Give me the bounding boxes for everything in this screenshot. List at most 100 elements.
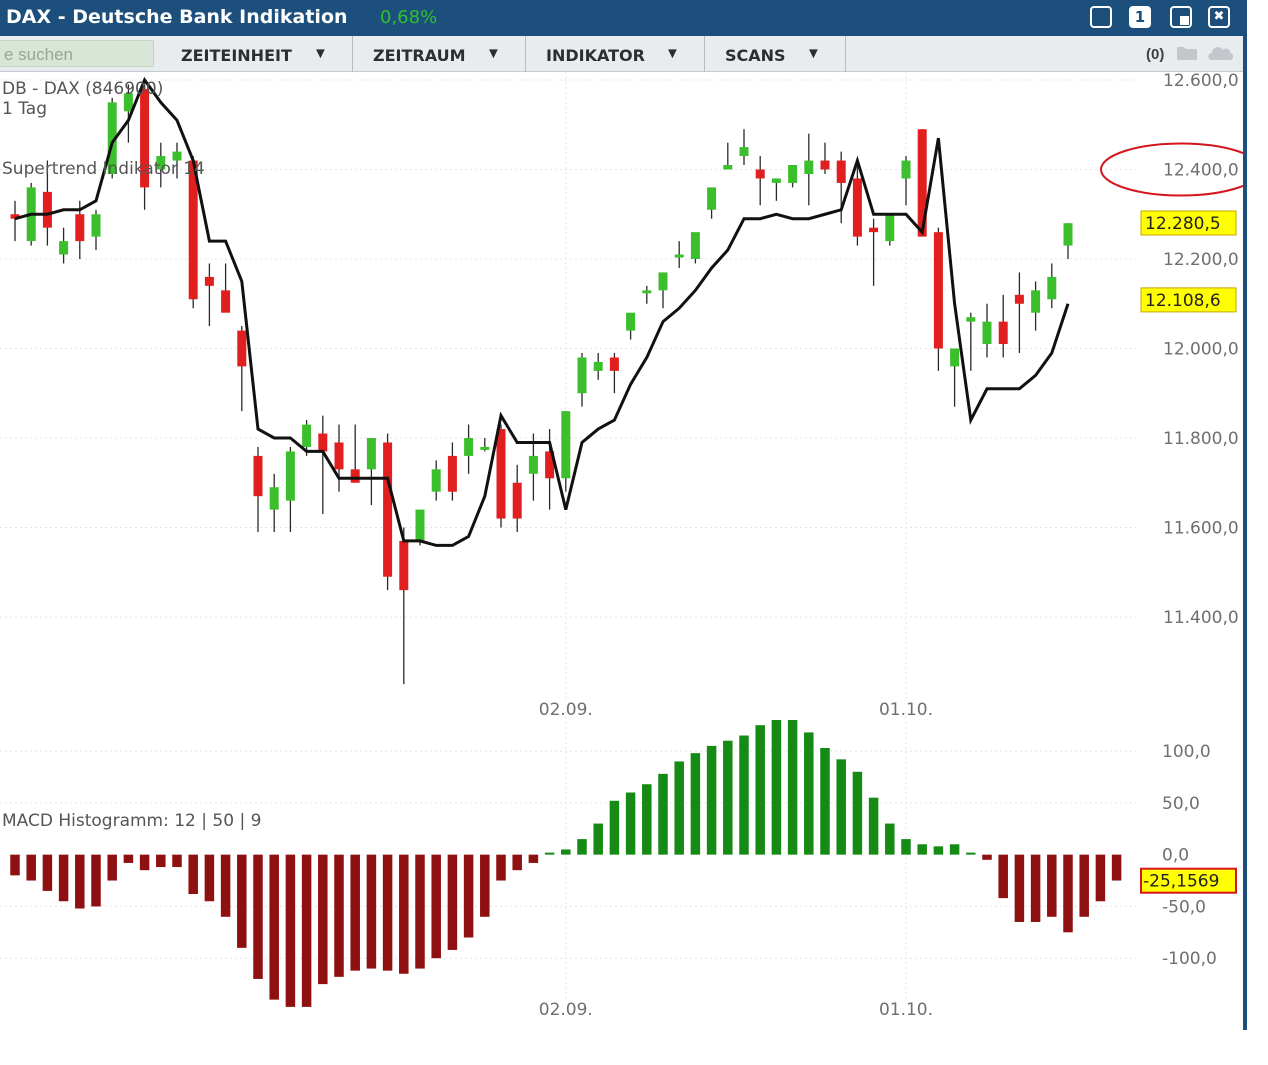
candle-body	[885, 214, 894, 241]
candle-body	[788, 165, 797, 183]
macd-bar	[853, 772, 863, 855]
macd-bar	[253, 855, 263, 979]
candle-body	[270, 487, 279, 509]
price-change: 0,68%	[380, 7, 437, 28]
candle-body	[772, 178, 781, 182]
price-tag-label: 12.280,5	[1145, 214, 1221, 234]
macd-bar	[43, 855, 53, 891]
close-icon[interactable]: ✖	[1208, 6, 1230, 28]
candle-body	[626, 313, 635, 331]
macd-bar	[561, 849, 571, 854]
candle-body	[92, 214, 101, 236]
macd-bar	[982, 855, 992, 860]
date-label: 01.10.	[879, 700, 933, 720]
maximize-icon[interactable]	[1170, 6, 1192, 28]
page-one-button[interactable]: 1	[1129, 6, 1151, 28]
macd-bar	[545, 853, 555, 855]
macd-bar	[367, 855, 377, 969]
macd-tick-label: -100,0	[1162, 949, 1217, 969]
window-border	[1243, 0, 1247, 1030]
macd-bar	[448, 855, 458, 950]
candle-body	[399, 541, 408, 590]
candle-body	[286, 451, 295, 500]
supertrend-line	[15, 80, 1068, 545]
candle-body	[999, 322, 1008, 344]
macd-bar	[998, 855, 1008, 899]
macd-bar	[901, 839, 911, 855]
instrument-label: DB - DAX (846900)	[2, 79, 163, 99]
candle-body	[1047, 277, 1056, 299]
macd-bar	[124, 855, 133, 863]
chart-area[interactable]: 12.600,012.400,012.200,012.000,011.800,0…	[0, 72, 1243, 1030]
menu-zeiteinheit[interactable]: ZEITEINHEIT ▼	[155, 36, 353, 72]
macd-bar	[950, 844, 960, 854]
macd-bar	[205, 855, 215, 902]
macd-bar	[917, 844, 927, 854]
price-tick-label: 11.400,0	[1163, 608, 1239, 628]
price-tick-label: 12.200,0	[1163, 250, 1239, 270]
macd-bar	[593, 824, 603, 855]
macd-bar	[1063, 855, 1073, 933]
menu-indikator[interactable]: INDIKATOR ▼	[526, 36, 705, 72]
macd-bar	[626, 793, 636, 855]
menu-label: ZEITRAUM	[373, 46, 466, 65]
macd-bar	[577, 839, 587, 855]
candle-body	[1031, 290, 1040, 312]
macd-bar	[772, 720, 782, 855]
candle-body	[691, 232, 700, 259]
macd-bar	[885, 824, 895, 855]
candle-body	[869, 228, 878, 232]
search-placeholder: e suchen	[4, 45, 150, 65]
macd-bar	[869, 798, 879, 855]
candle-body	[318, 434, 327, 452]
candle-body	[1064, 223, 1073, 245]
candle-body	[902, 161, 911, 179]
macd-bar	[642, 784, 652, 854]
macd-bar	[26, 855, 36, 881]
macd-bar	[496, 855, 506, 881]
restore-icon[interactable]	[1090, 6, 1112, 28]
date-label: 02.09.	[539, 700, 593, 720]
macd-bar	[512, 855, 522, 871]
macd-bar	[107, 855, 117, 881]
macd-bar	[529, 855, 539, 863]
macd-bar	[1031, 855, 1041, 922]
search-input[interactable]: e suchen	[0, 40, 154, 67]
toolbar: e suchen ZEITEINHEIT ▼ ZEITRAUM ▼ INDIKA…	[0, 36, 1246, 72]
menu-scans[interactable]: SCANS ▼	[705, 36, 846, 72]
chevron-down-icon: ▼	[486, 45, 501, 62]
candle-body	[578, 357, 587, 393]
macd-value-tag-label: -25,1569	[1143, 872, 1219, 892]
macd-bar	[966, 853, 976, 855]
macd-bar	[1079, 855, 1089, 917]
price-tick-label: 11.600,0	[1163, 519, 1239, 539]
macd-bar	[674, 761, 684, 854]
price-tick-label: 12.600,0	[1163, 72, 1239, 91]
candle-body	[367, 438, 376, 469]
candle-body	[934, 232, 943, 348]
candle-body	[659, 272, 668, 290]
macd-bar	[286, 855, 296, 1007]
macd-bar	[188, 855, 198, 894]
macd-bar	[739, 736, 749, 855]
candle-body	[383, 442, 392, 576]
candle-body	[335, 442, 344, 469]
candle-body	[756, 170, 765, 179]
folder-icon[interactable]	[1176, 44, 1198, 61]
candle-body	[529, 456, 538, 474]
candle-body	[804, 161, 813, 174]
chevron-down-icon: ▼	[806, 45, 821, 62]
macd-bar	[836, 759, 846, 854]
macd-label: MACD Histogramm: 12 | 50 | 9	[2, 811, 261, 831]
window-title: DAX - Deutsche Bank Indikation	[6, 6, 348, 28]
macd-bar	[75, 855, 85, 909]
candle-body	[707, 187, 716, 209]
macd-bar	[318, 855, 328, 984]
menu-zeitraum[interactable]: ZEITRAUM ▼	[353, 36, 526, 72]
macd-bar	[221, 855, 231, 917]
cloud-icon[interactable]	[1206, 44, 1234, 61]
macd-bar	[820, 748, 830, 855]
timeframe-label: 1 Tag	[2, 99, 47, 119]
macd-bar	[658, 774, 668, 855]
candle-body	[43, 192, 52, 228]
